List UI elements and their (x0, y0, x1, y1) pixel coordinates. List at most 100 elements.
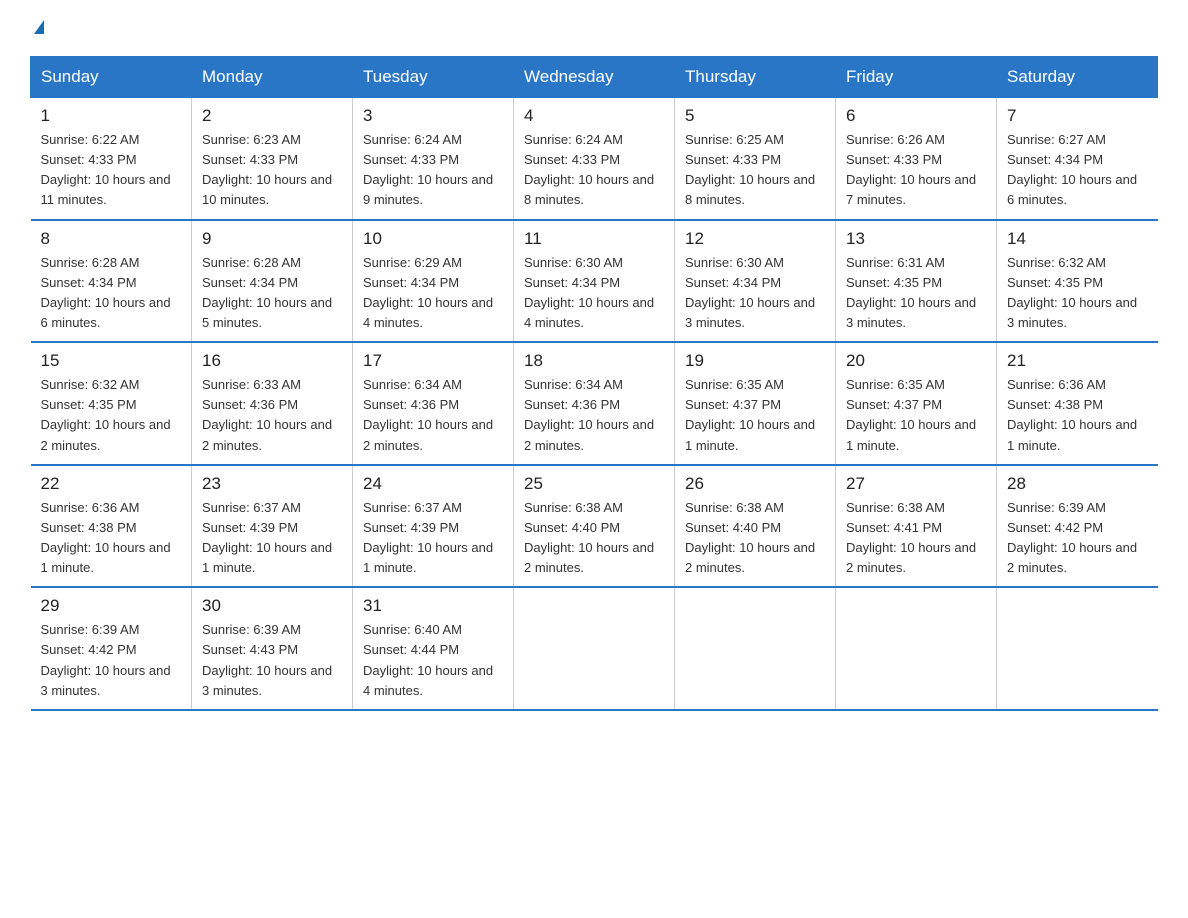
calendar-cell: 6Sunrise: 6:26 AM Sunset: 4:33 PM Daylig… (836, 98, 997, 220)
day-info: Sunrise: 6:34 AM Sunset: 4:36 PM Dayligh… (524, 375, 664, 456)
day-info: Sunrise: 6:30 AM Sunset: 4:34 PM Dayligh… (685, 253, 825, 334)
day-number: 4 (524, 106, 664, 126)
calendar-cell: 3 Sunrise: 6:24 AM Sunset: 4:33 PM Daylig… (353, 98, 514, 220)
calendar-cell: 11 Sunrise: 6:30 AM Sunset: 4:34 PM Dayli… (514, 220, 675, 343)
day-number: 30 (202, 596, 342, 616)
calendar-cell (514, 587, 675, 710)
day-number: 13 (846, 229, 986, 249)
day-info: Sunrise: 6:37 AM Sunset: 4:39 PM Dayligh… (202, 498, 342, 579)
day-info: Sunrise: 6:28 AM Sunset: 4:34 PM Dayligh… (202, 253, 342, 334)
day-info: Sunrise: 6:39 AM Sunset: 4:42 PM Dayligh… (1007, 498, 1148, 579)
day-number: 19 (685, 351, 825, 371)
day-info: Sunrise: 6:36 AM Sunset: 4:38 PM Dayligh… (41, 498, 182, 579)
col-header-tuesday: Tuesday (353, 57, 514, 98)
col-header-friday: Friday (836, 57, 997, 98)
day-info: Sunrise: 6:27 AM Sunset: 4:34 PM Dayligh… (1007, 130, 1148, 211)
day-info: Sunrise: 6:33 AM Sunset: 4:36 PM Dayligh… (202, 375, 342, 456)
calendar-cell: 19 Sunrise: 6:35 AM Sunset: 4:37 PM Dayli… (675, 342, 836, 465)
calendar-cell: 21 Sunrise: 6:36 AM Sunset: 4:38 PM Dayli… (997, 342, 1158, 465)
day-number: 29 (41, 596, 182, 616)
calendar-cell: 8 Sunrise: 6:28 AM Sunset: 4:34 PM Daylig… (31, 220, 192, 343)
calendar-cell: 29Sunrise: 6:39 AM Sunset: 4:42 PM Dayli… (31, 587, 192, 710)
day-number: 7 (1007, 106, 1148, 126)
week-row-3: 15 Sunrise: 6:32 AM Sunset: 4:35 PM Dayli… (31, 342, 1158, 465)
calendar-cell: 13 Sunrise: 6:31 AM Sunset: 4:35 PM Dayli… (836, 220, 997, 343)
day-number: 16 (202, 351, 342, 371)
calendar-cell (997, 587, 1158, 710)
logo-triangle-icon (34, 20, 44, 34)
calendar-cell: 15 Sunrise: 6:32 AM Sunset: 4:35 PM Dayli… (31, 342, 192, 465)
day-info: Sunrise: 6:32 AM Sunset: 4:35 PM Dayligh… (1007, 253, 1148, 334)
col-header-thursday: Thursday (675, 57, 836, 98)
col-header-sunday: Sunday (31, 57, 192, 98)
calendar-table: SundayMondayTuesdayWednesdayThursdayFrid… (30, 56, 1158, 711)
day-info: Sunrise: 6:25 AM Sunset: 4:33 PM Dayligh… (685, 130, 825, 211)
day-info: Sunrise: 6:38 AM Sunset: 4:40 PM Dayligh… (524, 498, 664, 579)
day-info: Sunrise: 6:28 AM Sunset: 4:34 PM Dayligh… (41, 253, 182, 334)
col-header-saturday: Saturday (997, 57, 1158, 98)
day-info: Sunrise: 6:35 AM Sunset: 4:37 PM Dayligh… (685, 375, 825, 456)
day-number: 25 (524, 474, 664, 494)
day-info: Sunrise: 6:38 AM Sunset: 4:40 PM Dayligh… (685, 498, 825, 579)
calendar-cell: 14 Sunrise: 6:32 AM Sunset: 4:35 PM Dayli… (997, 220, 1158, 343)
calendar-cell: 9 Sunrise: 6:28 AM Sunset: 4:34 PM Daylig… (192, 220, 353, 343)
day-number: 8 (41, 229, 182, 249)
col-header-wednesday: Wednesday (514, 57, 675, 98)
day-number: 11 (524, 229, 664, 249)
day-info: Sunrise: 6:34 AM Sunset: 4:36 PM Dayligh… (363, 375, 503, 456)
day-info: Sunrise: 6:36 AM Sunset: 4:38 PM Dayligh… (1007, 375, 1148, 456)
day-number: 24 (363, 474, 503, 494)
day-number: 15 (41, 351, 182, 371)
calendar-cell: 24 Sunrise: 6:37 AM Sunset: 4:39 PM Dayli… (353, 465, 514, 588)
day-info: Sunrise: 6:32 AM Sunset: 4:35 PM Dayligh… (41, 375, 182, 456)
day-number: 21 (1007, 351, 1148, 371)
week-row-1: 1 Sunrise: 6:22 AM Sunset: 4:33 PM Daylig… (31, 98, 1158, 220)
calendar-cell: 30 Sunrise: 6:39 AM Sunset: 4:43 PM Dayli… (192, 587, 353, 710)
day-info: Sunrise: 6:40 AM Sunset: 4:44 PM Dayligh… (363, 620, 503, 701)
day-number: 28 (1007, 474, 1148, 494)
day-info: Sunrise: 6:24 AM Sunset: 4:33 PM Dayligh… (524, 130, 664, 211)
calendar-cell: 7 Sunrise: 6:27 AM Sunset: 4:34 PM Daylig… (997, 98, 1158, 220)
day-number: 1 (41, 106, 182, 126)
day-info: Sunrise: 6:23 AM Sunset: 4:33 PM Dayligh… (202, 130, 342, 211)
calendar-cell: 23 Sunrise: 6:37 AM Sunset: 4:39 PM Dayli… (192, 465, 353, 588)
day-number: 27 (846, 474, 986, 494)
page-header (30, 20, 1158, 36)
day-number: 5 (685, 106, 825, 126)
day-number: 9 (202, 229, 342, 249)
calendar-cell: 16 Sunrise: 6:33 AM Sunset: 4:36 PM Dayli… (192, 342, 353, 465)
calendar-cell: 12 Sunrise: 6:30 AM Sunset: 4:34 PM Dayli… (675, 220, 836, 343)
calendar-cell: 27 Sunrise: 6:38 AM Sunset: 4:41 PM Dayli… (836, 465, 997, 588)
calendar-cell: 31 Sunrise: 6:40 AM Sunset: 4:44 PM Dayli… (353, 587, 514, 710)
day-info: Sunrise: 6:29 AM Sunset: 4:34 PM Dayligh… (363, 253, 503, 334)
calendar-cell: 20Sunrise: 6:35 AM Sunset: 4:37 PM Dayli… (836, 342, 997, 465)
day-info: Sunrise: 6:37 AM Sunset: 4:39 PM Dayligh… (363, 498, 503, 579)
calendar-cell: 26 Sunrise: 6:38 AM Sunset: 4:40 PM Dayli… (675, 465, 836, 588)
logo (30, 20, 44, 36)
day-number: 17 (363, 351, 503, 371)
day-number: 31 (363, 596, 503, 616)
day-info: Sunrise: 6:39 AM Sunset: 4:43 PM Dayligh… (202, 620, 342, 701)
calendar-cell (675, 587, 836, 710)
day-info: Sunrise: 6:24 AM Sunset: 4:33 PM Dayligh… (363, 130, 503, 211)
day-number: 3 (363, 106, 503, 126)
week-row-2: 8 Sunrise: 6:28 AM Sunset: 4:34 PM Daylig… (31, 220, 1158, 343)
day-info: Sunrise: 6:38 AM Sunset: 4:41 PM Dayligh… (846, 498, 986, 579)
day-number: 26 (685, 474, 825, 494)
calendar-cell: 17 Sunrise: 6:34 AM Sunset: 4:36 PM Dayli… (353, 342, 514, 465)
calendar-cell: 1 Sunrise: 6:22 AM Sunset: 4:33 PM Daylig… (31, 98, 192, 220)
calendar-cell: 25 Sunrise: 6:38 AM Sunset: 4:40 PM Dayli… (514, 465, 675, 588)
week-row-5: 29Sunrise: 6:39 AM Sunset: 4:42 PM Dayli… (31, 587, 1158, 710)
day-number: 12 (685, 229, 825, 249)
day-number: 18 (524, 351, 664, 371)
day-info: Sunrise: 6:26 AM Sunset: 4:33 PM Dayligh… (846, 130, 986, 211)
day-info: Sunrise: 6:31 AM Sunset: 4:35 PM Dayligh… (846, 253, 986, 334)
day-number: 14 (1007, 229, 1148, 249)
week-row-4: 22Sunrise: 6:36 AM Sunset: 4:38 PM Dayli… (31, 465, 1158, 588)
calendar-cell: 5 Sunrise: 6:25 AM Sunset: 4:33 PM Daylig… (675, 98, 836, 220)
calendar-cell: 22Sunrise: 6:36 AM Sunset: 4:38 PM Dayli… (31, 465, 192, 588)
col-header-monday: Monday (192, 57, 353, 98)
day-number: 23 (202, 474, 342, 494)
day-info: Sunrise: 6:22 AM Sunset: 4:33 PM Dayligh… (41, 130, 182, 211)
day-info: Sunrise: 6:30 AM Sunset: 4:34 PM Dayligh… (524, 253, 664, 334)
